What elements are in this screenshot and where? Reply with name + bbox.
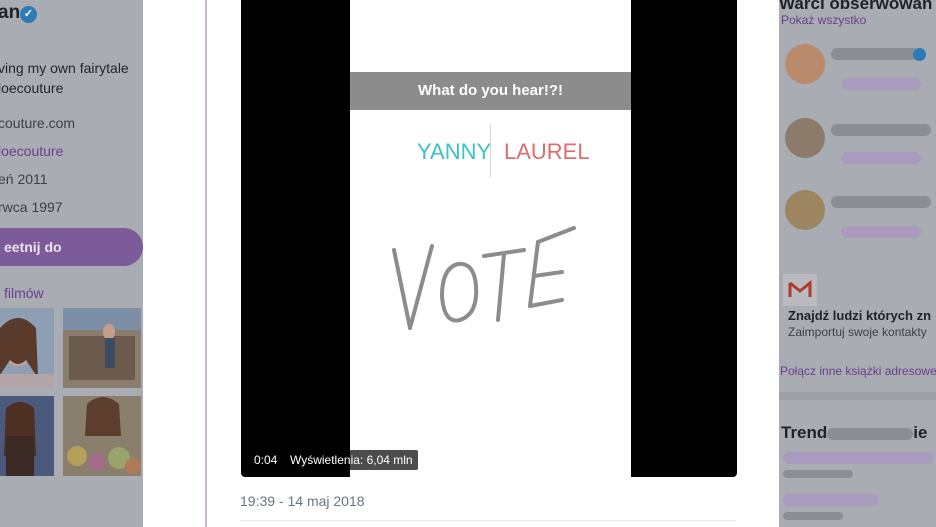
- video-elapsed-time: 0:04: [249, 450, 283, 470]
- blurred-trend-meta: [783, 470, 853, 478]
- question-text: What do you hear!?!: [418, 82, 563, 99]
- find-people-subtitle: Zaimportuj swoje kontakty: [788, 325, 927, 339]
- blurred-name: [831, 124, 931, 136]
- blurred-trend-meta: [783, 512, 843, 520]
- gmail-glyph: [788, 279, 812, 297]
- media-thumbnail[interactable]: [0, 308, 54, 388]
- avatar[interactable]: [785, 190, 825, 230]
- profile-bio: ving my own fairytale loecouture: [0, 60, 129, 96]
- video-view-count: Wyświetlenia: 6,04 mln: [285, 450, 418, 470]
- trends-title: Trend ie: [781, 423, 927, 443]
- video-player[interactable]: What do you hear!?! YANNY LAUREL 0:04 Wy…: [241, 0, 737, 477]
- profile-handle-link[interactable]: loecouture: [0, 143, 63, 159]
- right-sidebar: Warci obserwowan Pokaż wszystko Znajdź l…: [779, 0, 936, 527]
- video-frame: What do you hear!?! YANNY LAUREL: [350, 0, 631, 477]
- option-divider: [490, 125, 491, 177]
- option-yanny: YANNY: [417, 139, 492, 164]
- thumbnail-image: [0, 308, 54, 388]
- media-videos-link[interactable]: filmów: [4, 285, 44, 301]
- tweet-to-button[interactable]: eetnij do: [0, 228, 143, 266]
- gmail-icon: [783, 274, 817, 306]
- blurred-name: [831, 48, 919, 60]
- avatar[interactable]: [785, 44, 825, 84]
- profile-name[interactable]: an: [0, 2, 20, 24]
- who-to-follow-title: Warci obserwowan: [779, 0, 933, 13]
- profile-website[interactable]: couture.com: [0, 115, 75, 131]
- media-thumbnail[interactable]: [63, 396, 141, 476]
- blurred-handle: [841, 78, 921, 90]
- tweet-timestamp[interactable]: 19:39 - 14 maj 2018: [240, 493, 365, 509]
- blurred-name: [831, 196, 931, 208]
- thumbnail-image: [63, 396, 141, 476]
- tweet-modal: What do you hear!?! YANNY LAUREL 0:04 Wy…: [143, 0, 779, 527]
- handwritten-vote-image: [392, 226, 576, 330]
- profile-column: an ✓ ving my own fairytale loecouture co…: [0, 0, 143, 527]
- blurred-handle: [841, 152, 921, 164]
- find-people-title[interactable]: Znajdź ludzi których zn: [788, 308, 931, 323]
- thumbnail-image: [63, 308, 141, 388]
- blurred-location: [827, 427, 914, 440]
- panel-gap: [779, 392, 936, 400]
- media-thumbnail[interactable]: [63, 308, 141, 388]
- trends-title-start: Trend: [781, 423, 828, 442]
- blurred-handle: [841, 226, 921, 238]
- option-laurel: LAUREL: [504, 139, 590, 164]
- trends-title-end: ie: [913, 423, 928, 442]
- thumbnail-image: [0, 396, 54, 476]
- verified-badge-icon: [913, 48, 926, 61]
- thread-line: [205, 0, 207, 527]
- avatar[interactable]: [785, 118, 825, 158]
- blurred-trend[interactable]: [783, 452, 933, 464]
- blurred-trend[interactable]: [783, 494, 879, 506]
- profile-birthday: rwca 1997: [0, 199, 63, 215]
- profile-joined: eń 2011: [0, 171, 48, 187]
- show-all-link[interactable]: Pokaż wszystko: [781, 13, 866, 27]
- connect-address-books-link[interactable]: Połącz inne książki adresowe: [780, 364, 936, 378]
- verified-badge-icon: ✓: [20, 6, 37, 23]
- divider: [240, 520, 736, 521]
- media-thumbnail[interactable]: [0, 396, 54, 476]
